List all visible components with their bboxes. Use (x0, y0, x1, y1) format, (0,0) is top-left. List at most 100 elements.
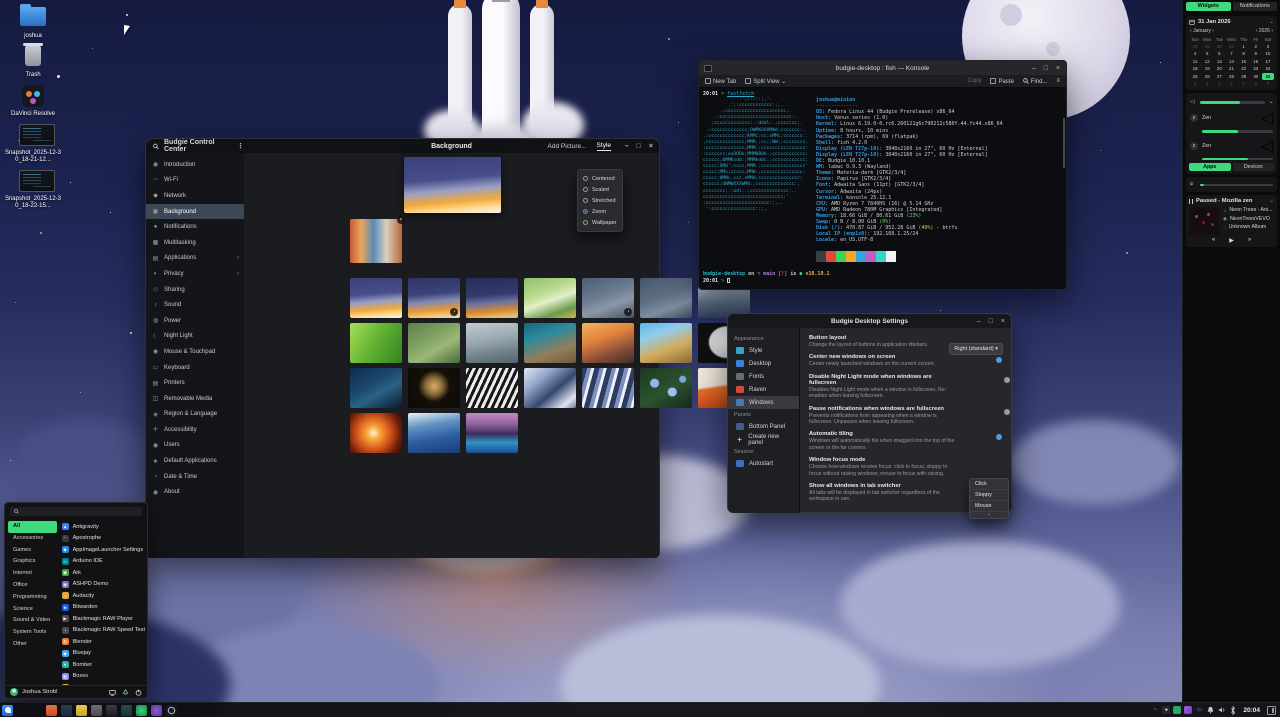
sidebar-item-about[interactable]: ◉ About (146, 484, 244, 500)
style-option-zoom[interactable]: Zoom (578, 206, 622, 217)
category-programming[interactable]: Programming (8, 592, 57, 604)
wallpaper-thumb-rocket-launch-day[interactable] (350, 278, 402, 318)
calendar-day[interactable]: 24 (1262, 65, 1274, 72)
hamburger-menu-icon[interactable]: ≡ (1056, 78, 1060, 84)
sidebar-item-privacy[interactable]: ◐ Privacy › (146, 266, 244, 282)
wallpaper-thumb-blue-swirl-art[interactable] (524, 368, 576, 408)
desktop-icon-davinci-reso[interactable]: DaVinci Resolve (4, 85, 62, 118)
calendar-day[interactable]: 27 (1213, 73, 1225, 80)
category-accessories[interactable]: Accessories (8, 533, 57, 545)
calendar-day[interactable]: 14 (1225, 58, 1237, 65)
maximize-button[interactable]: □ (989, 318, 993, 325)
settings-nav-raven[interactable]: Raven (728, 383, 799, 396)
remove-picture-badge[interactable]: × (397, 216, 405, 224)
sidebar-item-accessibility[interactable]: ✛ Accessibility (146, 422, 244, 438)
power-icon[interactable] (135, 689, 142, 696)
app-item-appimagelauncher-settings[interactable]: ◆ AppImageLauncher Settings (62, 544, 145, 556)
volume-icon[interactable] (1218, 706, 1226, 714)
app-menu-search[interactable] (10, 507, 142, 516)
taskbar-app-text-editor[interactable] (61, 705, 72, 716)
wallpaper-thumb-otter[interactable] (524, 323, 576, 363)
sidebar-item-sound[interactable]: ♪ Sound (146, 297, 244, 313)
window-tray-icon[interactable]: ▭ (1195, 706, 1203, 714)
app-item-ark[interactable]: ▣ Ark (62, 567, 145, 579)
calendar-day[interactable]: 10 (1262, 50, 1274, 57)
sidebar-item-introduction[interactable]: ◉ Introduction (146, 157, 244, 173)
terminal-scrollbar[interactable] (1063, 118, 1065, 168)
style-option-scaled[interactable]: Scaled (578, 184, 622, 195)
wallpaper-thumb-bird-on-cliff[interactable] (466, 323, 518, 363)
calendar-day[interactable]: 4 (1189, 50, 1201, 57)
app-item-ashpd-demo[interactable]: ◉ ASHPD Demo (62, 579, 145, 591)
taskbar-app-image-viewer[interactable] (76, 705, 87, 716)
category-games[interactable]: Games (8, 545, 57, 557)
taskbar-app-media-player[interactable] (166, 705, 177, 716)
wallpaper-thumb-explosion-art[interactable] (350, 413, 402, 453)
calendar-day[interactable]: 2 (1250, 43, 1262, 50)
terminal-output[interactable]: 20:01 > fastfetch .',;::::;,'. .';:ccccc… (699, 88, 1066, 289)
lock-screen-icon[interactable] (109, 689, 116, 696)
settings-nav-create-new-panel[interactable]: +Create new panel (728, 433, 799, 446)
kebab-menu-icon[interactable]: ⋮ (237, 142, 244, 150)
wallpaper-thumb-dark-geometric[interactable] (350, 368, 402, 408)
raven-tab-notifications[interactable]: Notifications (1233, 2, 1278, 11)
calendar-day[interactable]: 4 (1225, 80, 1237, 87)
wallpaper-thumb-colosseum[interactable] (640, 323, 692, 363)
calendar-day[interactable]: 19 (1201, 65, 1213, 72)
sidebar-item-multitasking[interactable]: ▦ Multitasking (146, 235, 244, 251)
wallpaper-thumb-rocket-launch-dusk[interactable]: ◔ (408, 278, 460, 318)
calendar-day[interactable]: 1 (1238, 43, 1250, 50)
desktop-icon-joshua[interactable]: joshua (4, 7, 62, 40)
sound-tab-devices[interactable]: Devices (1233, 163, 1275, 171)
sidebar-item-mouse-touchpad[interactable]: ◉ Mouse & Touchpad (146, 344, 244, 360)
calendar-day[interactable]: 25 (1189, 73, 1201, 80)
sidebar-item-background[interactable]: ▣ Background (146, 204, 244, 220)
calendar-day[interactable]: 13 (1213, 58, 1225, 65)
find-button[interactable]: Find... (1023, 78, 1048, 85)
calendar-day-selected[interactable]: 31 (1262, 73, 1274, 80)
focus-option-sloppy[interactable]: Sloppy (970, 490, 1008, 501)
taskbar-app-files[interactable] (46, 705, 57, 716)
new-tab-button[interactable]: New Tab (705, 78, 736, 85)
month-nav[interactable]: ‹ January › (1190, 28, 1214, 34)
sidebar-item-sharing[interactable]: ◇ Sharing (146, 282, 244, 298)
category-sound-video[interactable]: Sound & Video (8, 615, 57, 627)
clock[interactable]: 20:04 (1243, 707, 1260, 714)
taskbar-app-chat-app[interactable] (151, 705, 162, 716)
settings-nav-desktop[interactable]: Desktop (728, 357, 799, 370)
calendar-day[interactable]: 5 (1238, 80, 1250, 87)
output-volume-slider[interactable] (1200, 101, 1265, 104)
app-volume-slider[interactable] (1202, 158, 1273, 161)
calendar-day[interactable]: 1 (1189, 80, 1201, 87)
calendar-day[interactable]: 22 (1238, 65, 1250, 72)
calendar-day[interactable]: 16 (1250, 58, 1262, 65)
button-layout-dropdown[interactable]: Right (standard) ▾ (949, 343, 1003, 355)
wallpaper-thumb-forest-art-dark[interactable] (640, 278, 692, 318)
calendar-day[interactable]: 30 (1213, 43, 1225, 50)
sidebar-item-night-light[interactable]: ☾ Night Light (146, 329, 244, 345)
wallpaper-thumb-forest-art-light[interactable] (524, 278, 576, 318)
sidebar-item-notifications[interactable]: ● Notifications (146, 219, 244, 235)
category-other[interactable]: Other (8, 639, 57, 651)
desktop-icon-snapshot-202[interactable]: Snapshot_2025-12-30_18-21-12... (4, 124, 62, 164)
settings-nav-windows[interactable]: Windows (728, 396, 799, 409)
category-all[interactable]: All (8, 521, 57, 533)
calendar-day[interactable]: 9 (1250, 50, 1262, 57)
app-volume-slider[interactable] (1202, 130, 1273, 133)
wallpaper-thumb-blue-flowers[interactable] (640, 368, 692, 408)
calendar-day[interactable]: 20 (1213, 65, 1225, 72)
close-button[interactable]: × (1056, 65, 1060, 72)
taskbar-app-dev-tool[interactable] (121, 705, 132, 716)
zen-tray-icon[interactable] (1173, 706, 1181, 714)
calendar-day[interactable]: 3 (1262, 43, 1274, 50)
sidebar-item-printers[interactable]: ▤ Printers (146, 375, 244, 391)
style-option-stretched[interactable]: Stretched (578, 195, 622, 206)
raven-tab-widgets[interactable]: Widgets (1186, 2, 1231, 11)
calendar-day[interactable]: 18 (1189, 65, 1201, 72)
category-system-tools[interactable]: System Tools (8, 627, 57, 639)
maximize-button[interactable]: □ (637, 143, 641, 150)
app-tray-dark-icon[interactable]: ● (1162, 706, 1170, 714)
budgie-menu-button[interactable] (2, 705, 13, 716)
maximize-button[interactable]: □ (1044, 65, 1048, 72)
budgie-settings-titlebar[interactable]: Budgie Desktop Settings – □ × (728, 314, 1011, 328)
